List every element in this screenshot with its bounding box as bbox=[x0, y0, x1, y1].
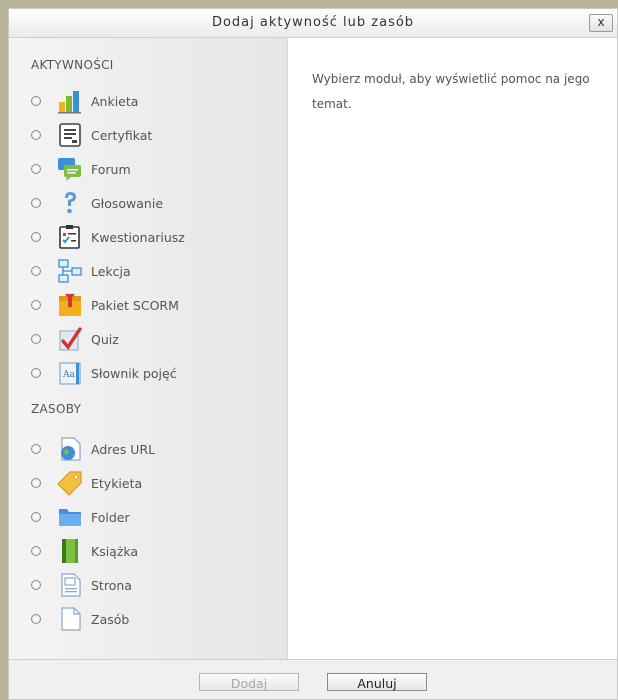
scorm-package-icon bbox=[59, 293, 81, 316]
lesson-flowchart-icon bbox=[58, 259, 82, 283]
option-ankieta[interactable]: Ankieta bbox=[31, 84, 281, 118]
option-label: Strona bbox=[91, 577, 132, 593]
option-label: Forum bbox=[91, 161, 131, 177]
option-label: Certyfikat bbox=[91, 127, 153, 143]
radio-zasob[interactable] bbox=[31, 614, 41, 624]
file-icon bbox=[61, 607, 81, 631]
option-label: Pakiet SCORM bbox=[91, 297, 179, 313]
option-quiz[interactable]: Quiz bbox=[31, 322, 281, 356]
activities-heading: AKTYWNOŚCI bbox=[31, 58, 114, 72]
folder-icon bbox=[59, 509, 81, 526]
option-label: Zasób bbox=[91, 611, 130, 627]
url-globe-icon bbox=[61, 437, 81, 461]
radio-lekcja[interactable] bbox=[31, 266, 41, 276]
option-etykieta[interactable]: Etykieta bbox=[31, 466, 281, 500]
dialog-footer: Dodaj Anuluj bbox=[9, 659, 617, 699]
radio-certyfikat[interactable] bbox=[31, 130, 41, 140]
option-kwestionariusz[interactable]: Kwestionariusz bbox=[31, 220, 281, 254]
option-label: Lekcja bbox=[91, 263, 131, 279]
glossary-book-icon: Aa bbox=[59, 362, 81, 385]
radio-ankieta[interactable] bbox=[31, 96, 41, 106]
radio-etykieta[interactable] bbox=[31, 478, 41, 488]
option-ksiazka[interactable]: Książka bbox=[31, 534, 281, 568]
radio-forum[interactable] bbox=[31, 164, 41, 174]
option-label: Folder bbox=[91, 509, 130, 525]
option-strona[interactable]: Strona bbox=[31, 568, 281, 602]
questionnaire-checklist-icon bbox=[59, 225, 80, 249]
close-button[interactable]: x bbox=[589, 14, 613, 32]
option-label: Quiz bbox=[91, 331, 119, 347]
option-slownik-pojec[interactable]: Aa Słownik pojęć bbox=[31, 356, 281, 390]
choice-question-icon bbox=[65, 192, 76, 214]
radio-kwestionariusz[interactable] bbox=[31, 232, 41, 242]
dialog-title: Dodaj aktywność lub zasób bbox=[211, 15, 415, 30]
label-tag-icon bbox=[57, 471, 82, 496]
option-label: Słownik pojęć bbox=[91, 365, 177, 381]
dialog-titlebar[interactable]: Dodaj aktywność lub zasób x bbox=[9, 9, 617, 38]
radio-pakiet-scorm[interactable] bbox=[31, 300, 41, 310]
option-certyfikat[interactable]: Certyfikat bbox=[31, 118, 281, 152]
add-button[interactable]: Dodaj bbox=[199, 673, 299, 691]
add-activity-dialog: Dodaj aktywność lub zasób x AKTYWNOŚCI A… bbox=[8, 8, 618, 700]
forum-chat-icon bbox=[58, 158, 81, 181]
option-label: Ankieta bbox=[91, 93, 139, 109]
option-adres-url[interactable]: Adres URL bbox=[31, 432, 281, 466]
resources-heading: ZASOBY bbox=[31, 402, 82, 416]
svg-text:Aa: Aa bbox=[62, 370, 75, 380]
option-label: Adres URL bbox=[91, 441, 156, 457]
quiz-checkmark-icon bbox=[59, 327, 82, 351]
help-text: Wybierz moduł, aby wyświetlić pomoc na j… bbox=[312, 72, 590, 111]
cancel-button[interactable]: Anuluj bbox=[327, 673, 427, 691]
radio-slownik-pojec[interactable] bbox=[31, 368, 41, 378]
radio-glosowanie[interactable] bbox=[31, 198, 41, 208]
radio-folder[interactable] bbox=[31, 512, 41, 522]
certificate-icon bbox=[59, 123, 81, 147]
page-icon bbox=[61, 573, 81, 597]
option-label: Książka bbox=[91, 543, 139, 559]
option-label: Etykieta bbox=[91, 475, 143, 491]
option-glosowanie[interactable]: Głosowanie bbox=[31, 186, 281, 220]
module-chooser-panel: AKTYWNOŚCI Ankieta Certyfikat Forum Głos… bbox=[9, 38, 288, 662]
option-zasob[interactable]: Zasób bbox=[31, 602, 281, 636]
option-folder[interactable]: Folder bbox=[31, 500, 281, 534]
option-forum[interactable]: Forum bbox=[31, 152, 281, 186]
radio-quiz[interactable] bbox=[31, 334, 41, 344]
option-pakiet-scorm[interactable]: Pakiet SCORM bbox=[31, 288, 281, 322]
option-label: Głosowanie bbox=[91, 195, 164, 211]
book-icon bbox=[62, 539, 78, 563]
radio-strona[interactable] bbox=[31, 580, 41, 590]
radio-adres-url[interactable] bbox=[31, 444, 41, 454]
option-label: Kwestionariusz bbox=[91, 229, 185, 245]
survey-bar-chart-icon bbox=[58, 91, 81, 114]
option-lekcja[interactable]: Lekcja bbox=[31, 254, 281, 288]
radio-ksiazka[interactable] bbox=[31, 546, 41, 556]
